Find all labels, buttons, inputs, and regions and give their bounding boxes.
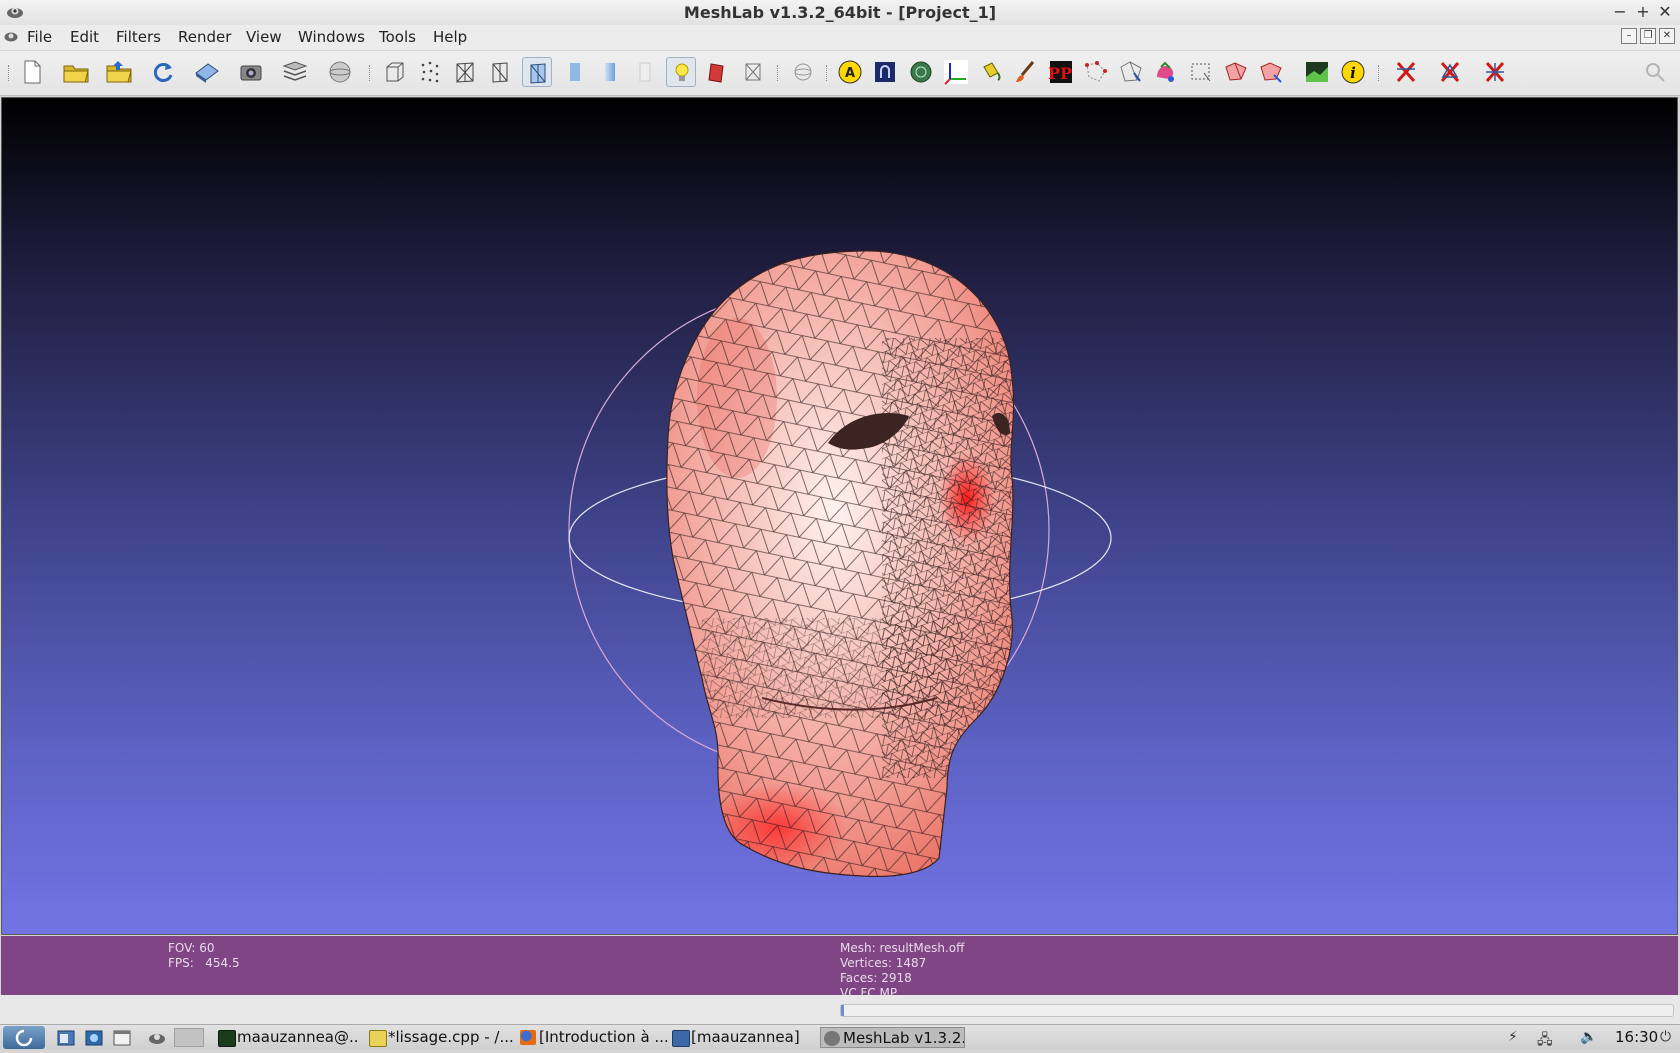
mesh-flags-label: VC FC MP [840, 986, 898, 995]
measure-tool-icon[interactable] [870, 57, 900, 87]
toolbar-separator [777, 65, 780, 81]
window-title: MeshLab v1.3.2_64bit - [Project_1] [683, 3, 997, 22]
menu-view[interactable]: View [242, 28, 286, 46]
menu-filters[interactable]: Filters [112, 28, 165, 46]
text-editor-icon [369, 1030, 387, 1047]
remove-faces-icon[interactable] [1435, 57, 1465, 87]
hidden-lines-render-icon[interactable] [485, 57, 515, 87]
remove-vertices-icon[interactable] [1391, 57, 1421, 87]
clock[interactable]: 16:30 [1615, 1028, 1658, 1046]
delete-selected-faces-icon[interactable] [1256, 57, 1286, 87]
flat-render-icon[interactable] [560, 57, 590, 87]
start-menu-button[interactable] [3, 1026, 45, 1049]
head-mesh [568, 250, 1112, 877]
file-manager-launcher-icon[interactable] [56, 1028, 76, 1047]
bounding-box-icon[interactable] [380, 57, 410, 87]
backface-culling-icon[interactable] [738, 57, 768, 87]
mesh-name-label: Mesh: resultMesh.off [840, 941, 965, 955]
menu-render[interactable]: Render [174, 28, 235, 46]
toolbar-separator [1378, 65, 1381, 81]
mdi-restore-button[interactable]: ❐ [1640, 28, 1656, 44]
volume-icon[interactable]: 🔈 [1580, 1029, 1597, 1047]
paint-brush-icon[interactable] [1011, 57, 1041, 87]
minimize-button[interactable]: − [1611, 2, 1629, 22]
folder-icon [672, 1030, 690, 1047]
network-icon[interactable]: 🖧 [1537, 1029, 1553, 1048]
shutdown-icon[interactable]: ⏻ [1660, 1029, 1671, 1047]
taskbar: maauzannea@... *lissage.cpp - /... [Intr… [0, 1024, 1680, 1050]
desktop-launcher-icon[interactable] [84, 1028, 104, 1047]
remove-selection-icon[interactable] [1480, 57, 1510, 87]
start-swirl-icon [15, 1029, 33, 1047]
menu-tools[interactable]: Tools [375, 28, 420, 46]
trackball-icon[interactable] [788, 57, 818, 87]
light-bulb-icon[interactable] [666, 57, 696, 87]
close-button[interactable]: ✕ [1656, 2, 1674, 22]
fov-label: FOV: 60 [168, 941, 215, 955]
wireframe-render-icon[interactable] [450, 57, 480, 87]
z-painting-icon[interactable] [1151, 57, 1181, 87]
points-render-icon[interactable] [415, 57, 445, 87]
pick-points-icon[interactable] [906, 57, 936, 87]
raster-image-icon[interactable] [1302, 57, 1332, 87]
annotation-a-icon[interactable]: A [835, 57, 865, 87]
menu-edit[interactable]: Edit [66, 28, 103, 46]
import-mesh-icon[interactable] [104, 57, 134, 87]
info-icon[interactable]: i [1338, 57, 1368, 87]
taskbar-item-meshlab[interactable]: MeshLab v1.3.2... [820, 1027, 965, 1048]
viewport-info-bar: FOV: 60 FPS: 454.5 Mesh: resultMesh.off … [1, 936, 1678, 995]
camera-snapshot-icon[interactable] [236, 57, 266, 87]
search-icon[interactable] [1640, 57, 1670, 87]
taskbar-item-text-editor[interactable]: *lissage.cpp - /... [366, 1027, 514, 1048]
svg-text:A: A [845, 66, 855, 81]
select-vertices-icon[interactable] [1081, 57, 1111, 87]
menu-bar: File Edit Filters Render View Windows To… [0, 25, 1680, 50]
toolbar-handle[interactable] [8, 65, 11, 81]
terminal-icon [218, 1030, 236, 1047]
meshlab-icon [824, 1031, 840, 1046]
maximize-button[interactable]: + [1634, 2, 1652, 22]
document-system-icon[interactable] [4, 30, 18, 43]
smooth-render-icon[interactable] [595, 57, 625, 87]
svg-text:i: i [1350, 64, 1356, 82]
mdi-minimize-button[interactable]: – [1621, 28, 1637, 44]
texture-render-icon[interactable] [630, 57, 660, 87]
power-icon[interactable]: ⚡ [1508, 1029, 1518, 1047]
flat-lines-render-icon[interactable] [522, 57, 552, 87]
taskbar-item-firefox[interactable]: [Introduction à ... [517, 1027, 667, 1048]
pp-plugin-icon[interactable]: PP [1046, 57, 1076, 87]
new-project-icon[interactable] [17, 57, 47, 87]
mdi-close-button[interactable]: ✕ [1659, 28, 1675, 44]
layers-icon[interactable] [280, 57, 310, 87]
double-side-lighting-icon[interactable] [702, 57, 732, 87]
vertices-count-label: Vertices: 1487 [840, 956, 927, 970]
desktop-pager[interactable] [174, 1028, 204, 1047]
globe-grid-icon[interactable] [325, 57, 355, 87]
progress-bar [840, 1004, 1674, 1017]
save-snapshot-icon[interactable] [192, 57, 222, 87]
align-axes-icon[interactable] [941, 57, 971, 87]
paint-bucket-icon[interactable] [976, 57, 1006, 87]
select-faces-icon[interactable] [1221, 57, 1251, 87]
select-connected-icon[interactable] [1116, 57, 1146, 87]
faces-count-label: Faces: 2918 [840, 971, 912, 985]
toolbar-separator [369, 65, 372, 81]
select-faces-rect-icon[interactable] [1186, 57, 1216, 87]
taskbar-item-folder[interactable]: [maauzannea] [669, 1027, 819, 1048]
menu-file[interactable]: File [23, 28, 56, 46]
svg-text:PP: PP [1048, 64, 1072, 83]
fps-label: FPS: 454.5 [168, 956, 240, 970]
meshlab-launcher-icon[interactable] [147, 1028, 167, 1047]
reload-icon[interactable] [148, 57, 178, 87]
menu-help[interactable]: Help [429, 28, 471, 46]
open-project-icon[interactable] [61, 57, 91, 87]
window-launcher-icon[interactable] [112, 1028, 132, 1047]
firefox-icon [520, 1030, 536, 1045]
main-toolbar: A PP i [0, 51, 1680, 96]
taskbar-item-terminal[interactable]: maauzannea@... [215, 1027, 360, 1048]
menu-windows[interactable]: Windows [294, 28, 369, 46]
3d-viewport[interactable] [1, 97, 1678, 935]
title-bar: MeshLab v1.3.2_64bit - [Project_1] − + ✕ [0, 0, 1680, 26]
toolbar-separator [826, 65, 829, 81]
